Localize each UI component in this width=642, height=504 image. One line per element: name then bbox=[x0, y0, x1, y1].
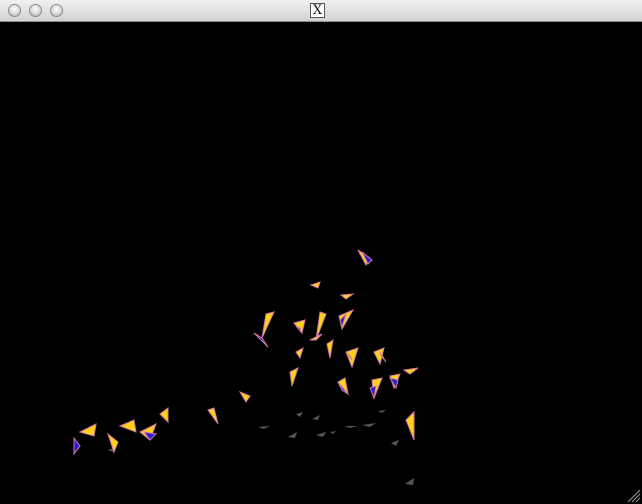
bird-shadow bbox=[296, 412, 303, 417]
bird bbox=[78, 423, 97, 437]
bird bbox=[139, 422, 158, 441]
bird bbox=[238, 390, 251, 403]
bird bbox=[309, 281, 321, 289]
bird bbox=[207, 407, 219, 425]
bird bbox=[289, 367, 299, 387]
bird-shadow bbox=[378, 410, 386, 413]
title-bar[interactable]: X bbox=[0, 0, 642, 22]
bird-shadow bbox=[288, 432, 297, 438]
x11-icon: X bbox=[310, 3, 325, 18]
bird bbox=[405, 410, 415, 441]
bird-shadow bbox=[362, 423, 376, 427]
bird bbox=[345, 347, 359, 369]
bird bbox=[337, 377, 349, 396]
flock-scene bbox=[73, 249, 641, 503]
close-button[interactable] bbox=[8, 4, 21, 17]
zoom-button[interactable] bbox=[50, 4, 63, 17]
bird bbox=[339, 293, 355, 300]
bird-shadow bbox=[344, 426, 358, 428]
bird-shadow bbox=[330, 431, 336, 434]
bird-shadow bbox=[258, 426, 270, 429]
bird bbox=[295, 346, 304, 360]
bird bbox=[293, 319, 306, 335]
bird bbox=[326, 338, 334, 359]
x11-window: X bbox=[0, 0, 642, 504]
bird bbox=[73, 436, 81, 456]
bird bbox=[369, 377, 383, 400]
bird bbox=[253, 311, 275, 348]
birds bbox=[73, 249, 419, 456]
bird bbox=[159, 407, 169, 424]
resize-grip-icon[interactable] bbox=[627, 489, 641, 503]
bird bbox=[357, 249, 373, 267]
bird bbox=[402, 367, 419, 375]
bird-shadow bbox=[391, 440, 399, 446]
bird bbox=[106, 432, 119, 454]
bird-shadow bbox=[312, 415, 320, 420]
bird bbox=[309, 311, 327, 341]
minimize-button[interactable] bbox=[29, 4, 42, 17]
bird-shadows bbox=[108, 410, 414, 485]
bird bbox=[373, 347, 387, 366]
bird-shadow bbox=[405, 478, 414, 485]
bird bbox=[388, 373, 401, 390]
bird bbox=[338, 308, 355, 331]
bird bbox=[118, 419, 137, 433]
flock-canvas[interactable] bbox=[0, 22, 642, 504]
bird-shadow bbox=[316, 432, 326, 437]
